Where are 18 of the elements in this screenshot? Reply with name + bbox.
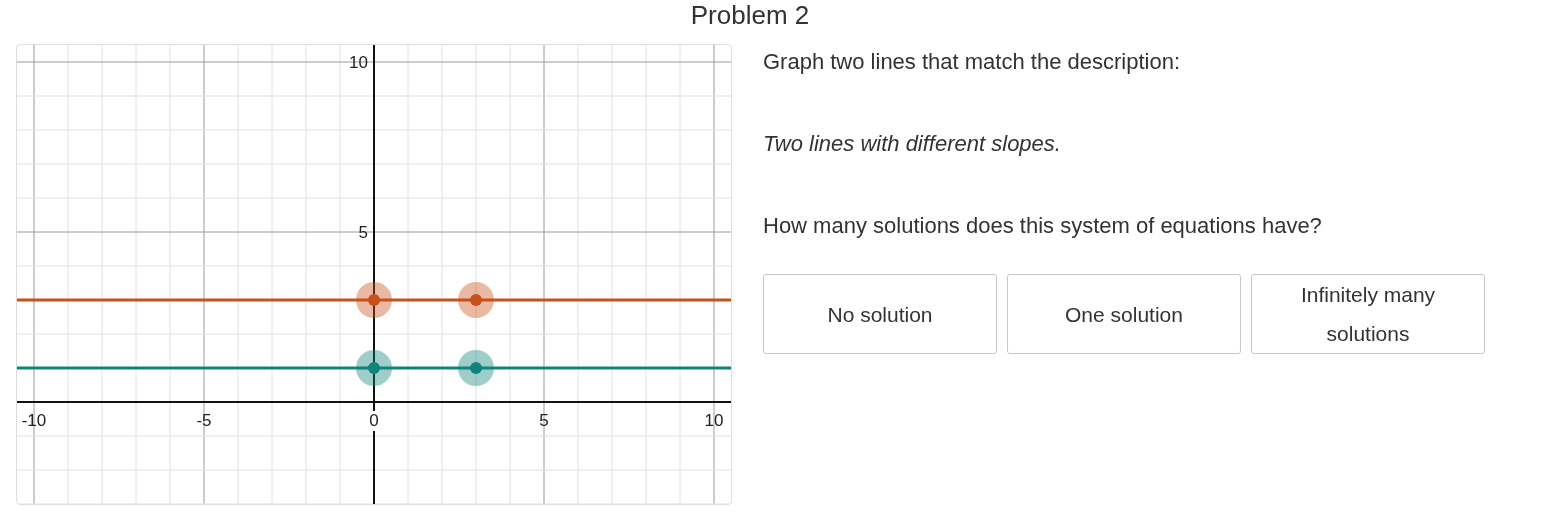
axis-label: 5 [358,223,368,242]
point-handle[interactable] [458,282,494,318]
prompt-text: Graph two lines that match the description: [763,48,1181,76]
point-handle[interactable] [356,282,392,318]
answer-button[interactable]: No solution [763,274,997,354]
axis-label: -10 [21,411,47,430]
axis-label: 10 [704,411,724,430]
axis-label: 5 [539,411,549,430]
page-title: Problem 2 [690,2,810,28]
axis-label: 0 [369,411,379,430]
question-text: How many solutions does this system of equations have? [763,212,1323,240]
axis-label: 10 [349,53,368,72]
answer-button[interactable]: One solution [1007,274,1241,354]
point-handle[interactable] [356,350,392,386]
point-handle[interactable] [458,350,494,386]
description-text: Two lines with different slopes. [763,130,1062,158]
axis-label: -5 [196,411,212,430]
answer-button[interactable]: Infinitely many solutions [1251,274,1485,354]
